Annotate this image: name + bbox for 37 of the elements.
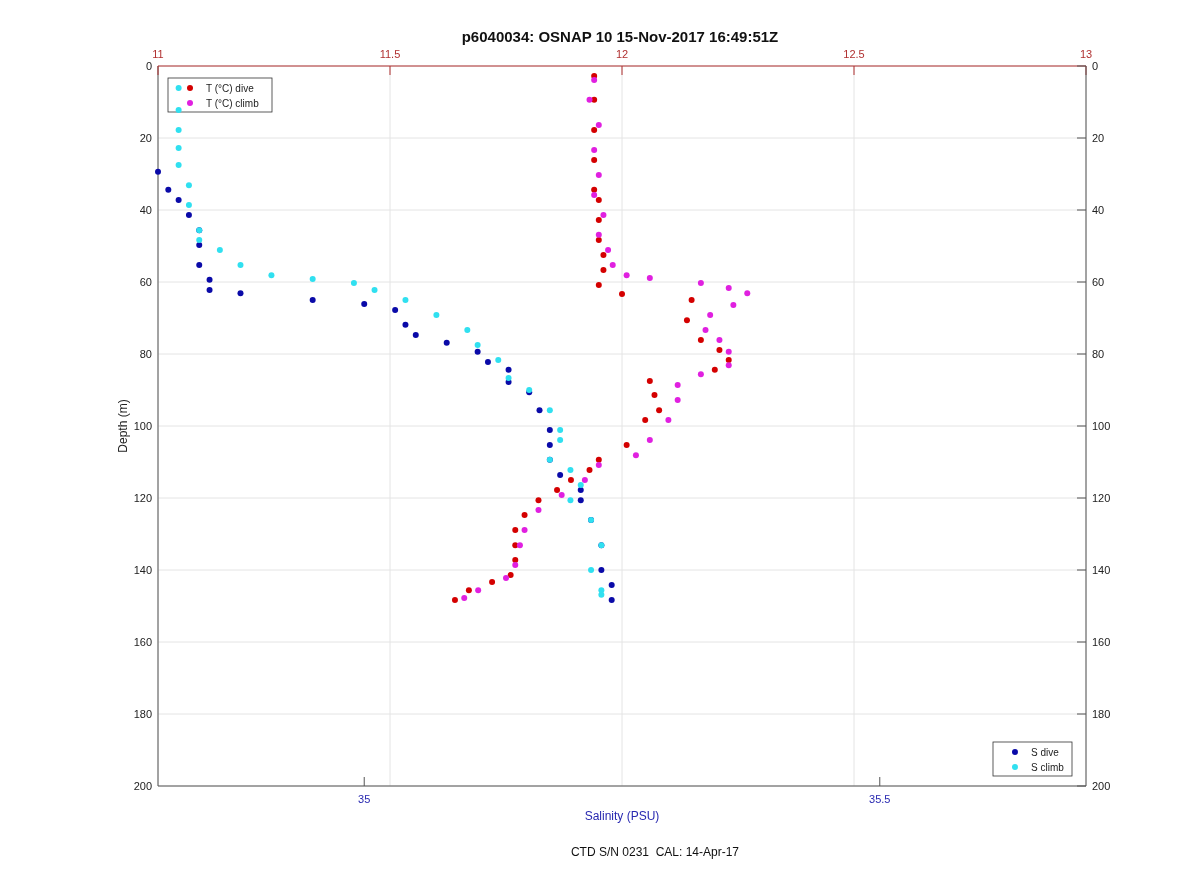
tick-label: 20: [139, 132, 152, 144]
tick-label: 60: [1092, 276, 1105, 288]
chart-title: p6040034: OSNAP 10 15-Nov-2017 16:49:51Z: [461, 28, 779, 45]
legend-label: T (°C) dive: [206, 83, 254, 94]
tick-label: 100: [133, 420, 152, 432]
footer-caption: CTD S/N 0231 CAL: 14-Apr-17: [569, 845, 740, 859]
tick-label: 180: [133, 708, 152, 720]
tick-label: 40: [1092, 204, 1105, 216]
legend-label: S dive: [1031, 747, 1059, 758]
tick-label: 180: [1092, 708, 1111, 720]
tick-label: 35.5: [869, 793, 891, 805]
tick-label: 160: [133, 636, 152, 648]
tick-label: 200: [1092, 780, 1111, 792]
tick-label: 80: [139, 348, 152, 360]
tick-label: 0: [145, 60, 152, 72]
tick-label: 120: [1092, 492, 1111, 504]
tick-label: 160: [1092, 636, 1111, 648]
tick-label: 140: [133, 564, 152, 576]
tick-label: 140: [1092, 564, 1111, 576]
tick-label: 120: [133, 492, 152, 504]
tick-label: 60: [139, 276, 152, 288]
tick-label: 35: [358, 793, 371, 805]
tick-label: 200: [133, 780, 152, 792]
tick-label: 80: [1092, 348, 1105, 360]
legend-label: T (°C) climb: [206, 98, 259, 109]
tick-label: 40: [139, 204, 152, 216]
tick-label: 0: [1092, 60, 1099, 72]
tick-label: 100: [1092, 420, 1111, 432]
x-axis-label: Salinity (PSU): [584, 809, 660, 823]
y-axis-label: Depth (m): [116, 399, 130, 453]
tick-label: 12: [615, 48, 629, 60]
tick-label: 20: [1092, 132, 1105, 144]
legend-label: S climb: [1031, 762, 1064, 773]
tick-label: 11.5: [379, 48, 401, 60]
tick-label: 11: [152, 48, 164, 60]
tick-label: 13: [1079, 48, 1093, 60]
tick-label: 12.5: [843, 48, 865, 60]
